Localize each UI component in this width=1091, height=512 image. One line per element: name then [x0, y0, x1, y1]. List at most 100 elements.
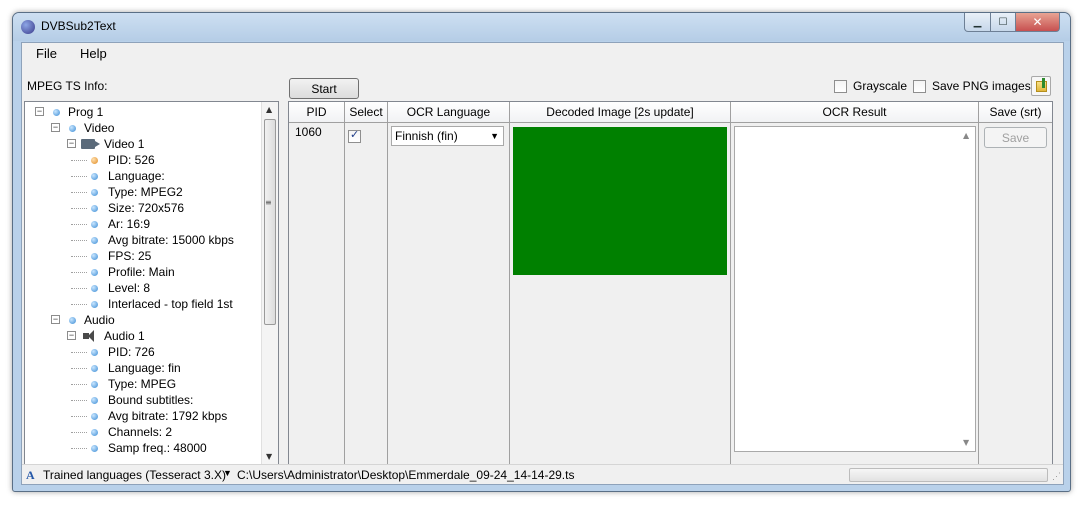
dropdown-arrow-icon: ▼ — [490, 131, 499, 141]
save-srt-button[interactable]: Save — [984, 127, 1047, 148]
scroll-grip-icon: ≡ — [265, 198, 272, 207]
tree-collapse-icon[interactable]: − — [67, 139, 76, 148]
node-bullet-icon — [91, 445, 98, 452]
tree-node-label: Language: fin — [108, 361, 181, 375]
menu-help[interactable]: Help — [66, 43, 116, 65]
tree-node[interactable]: − Video 1 — [25, 136, 261, 152]
tree-node[interactable]: Level: 8 — [25, 280, 261, 296]
maximize-button[interactable]: ☐ — [990, 13, 1016, 32]
tree-node-label: Video — [84, 121, 115, 135]
tree-connector — [71, 256, 87, 257]
tree-node[interactable]: − Video — [25, 120, 261, 136]
ocr-result-scrollbar[interactable]: ▲ ▼ — [958, 127, 975, 451]
tree-node[interactable]: − Audio 1 — [25, 328, 261, 344]
window-title: DVBSub2Text — [41, 19, 116, 33]
menu-file[interactable]: File — [22, 43, 66, 65]
ts-info-tree[interactable]: Samp freq.: 48000 Channels: 2 Avg bitrate:… — [24, 101, 279, 465]
scroll-up-icon[interactable]: ▲ — [266, 105, 272, 114]
close-button[interactable]: ✕ — [1015, 13, 1060, 32]
tree-collapse-icon[interactable]: − — [51, 123, 60, 132]
header-pid[interactable]: PID — [289, 102, 344, 123]
node-bullet-icon — [91, 349, 98, 356]
progress-bar — [849, 468, 1048, 482]
node-bullet-icon — [91, 221, 98, 228]
cell-select — [345, 123, 387, 466]
tree-collapse-icon[interactable]: − — [35, 107, 44, 116]
folder-icon — [1036, 78, 1047, 92]
status-bar: A Trained languages (Tesseract 3.X) ▼ C:… — [22, 464, 1063, 484]
tree-node[interactable]: − Prog 1 — [25, 104, 261, 120]
app-icon — [21, 20, 35, 34]
tree-connector — [71, 224, 87, 225]
header-ocr-language[interactable]: OCR Language — [388, 102, 509, 123]
tree-node[interactable]: Language: — [25, 168, 261, 184]
tree-node[interactable]: Avg bitrate: 15000 kbps — [25, 232, 261, 248]
ocr-language-select[interactable]: Finnish (fin) ▼ — [391, 126, 504, 146]
cell-ocr-language: Finnish (fin) ▼ — [388, 123, 509, 466]
tree-connector — [71, 160, 87, 161]
dropdown-arrow-icon[interactable]: ▼ — [223, 468, 232, 478]
tree-node[interactable]: Interlaced - top field 1st — [25, 296, 261, 312]
tree-node-label: Avg bitrate: 1792 kbps — [108, 409, 228, 423]
grayscale-option[interactable]: Grayscale — [834, 79, 907, 93]
minimize-icon: ▁ — [973, 16, 982, 28]
tree-collapse-icon[interactable]: − — [67, 331, 76, 340]
tree-node[interactable]: PID: 526 — [25, 152, 261, 168]
cell-ocr-result: ▲ ▼ — [731, 123, 978, 466]
select-checkbox[interactable] — [348, 128, 361, 143]
tree-connector — [71, 272, 87, 273]
save-png-option[interactable]: Save PNG images — [913, 79, 1031, 93]
scroll-up-icon[interactable]: ▲ — [963, 131, 969, 140]
tree-node-label: Type: MPEG — [108, 377, 177, 391]
header-decoded-image[interactable]: Decoded Image [2s update] — [510, 102, 730, 123]
tree-node[interactable]: Avg bitrate: 1792 kbps — [25, 408, 261, 424]
node-bullet-icon — [69, 125, 76, 132]
tree-node[interactable]: Profile: Main — [25, 264, 261, 280]
ocr-result-textbox[interactable]: ▲ ▼ — [734, 126, 976, 452]
tree-connector — [71, 208, 87, 209]
header-select[interactable]: Select — [345, 102, 387, 123]
tree-node[interactable]: Channels: 2 — [25, 424, 261, 440]
tree-connector — [71, 384, 87, 385]
scroll-thumb[interactable] — [264, 119, 276, 325]
tree-node[interactable]: FPS: 25 — [25, 248, 261, 264]
tree-connector — [71, 400, 87, 401]
tree-collapse-icon[interactable]: − — [51, 315, 60, 324]
tree-connector — [71, 432, 87, 433]
resize-grip-icon[interactable]: ⋰ — [1052, 471, 1061, 482]
scroll-down-icon[interactable]: ▼ — [963, 438, 969, 447]
trained-languages-dropdown[interactable]: Trained languages (Tesseract 3.X) — [43, 468, 226, 482]
tree-node-label: Level: 8 — [108, 281, 151, 295]
output-folder-button[interactable] — [1031, 76, 1051, 96]
node-bullet-icon — [69, 317, 76, 324]
start-button[interactable]: Start — [289, 78, 359, 99]
tree-node[interactable]: Bound subtitles: — [25, 392, 261, 408]
node-bullet-icon — [91, 365, 98, 372]
close-icon: ✕ — [1032, 15, 1043, 29]
node-bullet-icon — [53, 109, 60, 116]
node-bullet-icon — [91, 381, 98, 388]
minimize-button[interactable]: ▁ — [964, 13, 991, 32]
tree-node[interactable]: Size: 720x576 — [25, 200, 261, 216]
tree-node-label: Interlaced - top field 1st — [108, 297, 233, 311]
tree-node[interactable]: Type: MPEG2 — [25, 184, 261, 200]
save-png-checkbox[interactable] — [913, 79, 926, 93]
tree-node[interactable]: Ar: 16:9 — [25, 216, 261, 232]
tree-node-label: Bound subtitles: — [108, 393, 194, 407]
tree-node[interactable]: PID: 726 — [25, 344, 261, 360]
grayscale-checkbox[interactable] — [834, 79, 847, 93]
scroll-down-icon[interactable]: ▼ — [266, 452, 272, 461]
tree-node-label: Avg bitrate: 15000 kbps — [108, 233, 234, 247]
tree-node[interactable]: − Audio — [25, 312, 261, 328]
grayscale-label: Grayscale — [853, 79, 908, 93]
tree-node[interactable]: Type: MPEG — [25, 376, 261, 392]
tree-connector — [71, 352, 87, 353]
tree-scrollbar[interactable]: ▲ ≡ ▼ — [261, 102, 278, 464]
header-ocr-result[interactable]: OCR Result — [731, 102, 978, 123]
title-bar[interactable]: DVBSub2Text ▁ ☐ ✕ — [13, 13, 1070, 41]
tree-node[interactable]: Samp freq.: 48000 — [25, 440, 261, 456]
tree-connector — [71, 368, 87, 369]
tree-connector — [71, 176, 87, 177]
header-save[interactable]: Save (srt) — [979, 102, 1052, 123]
tree-node[interactable]: Language: fin — [25, 360, 261, 376]
